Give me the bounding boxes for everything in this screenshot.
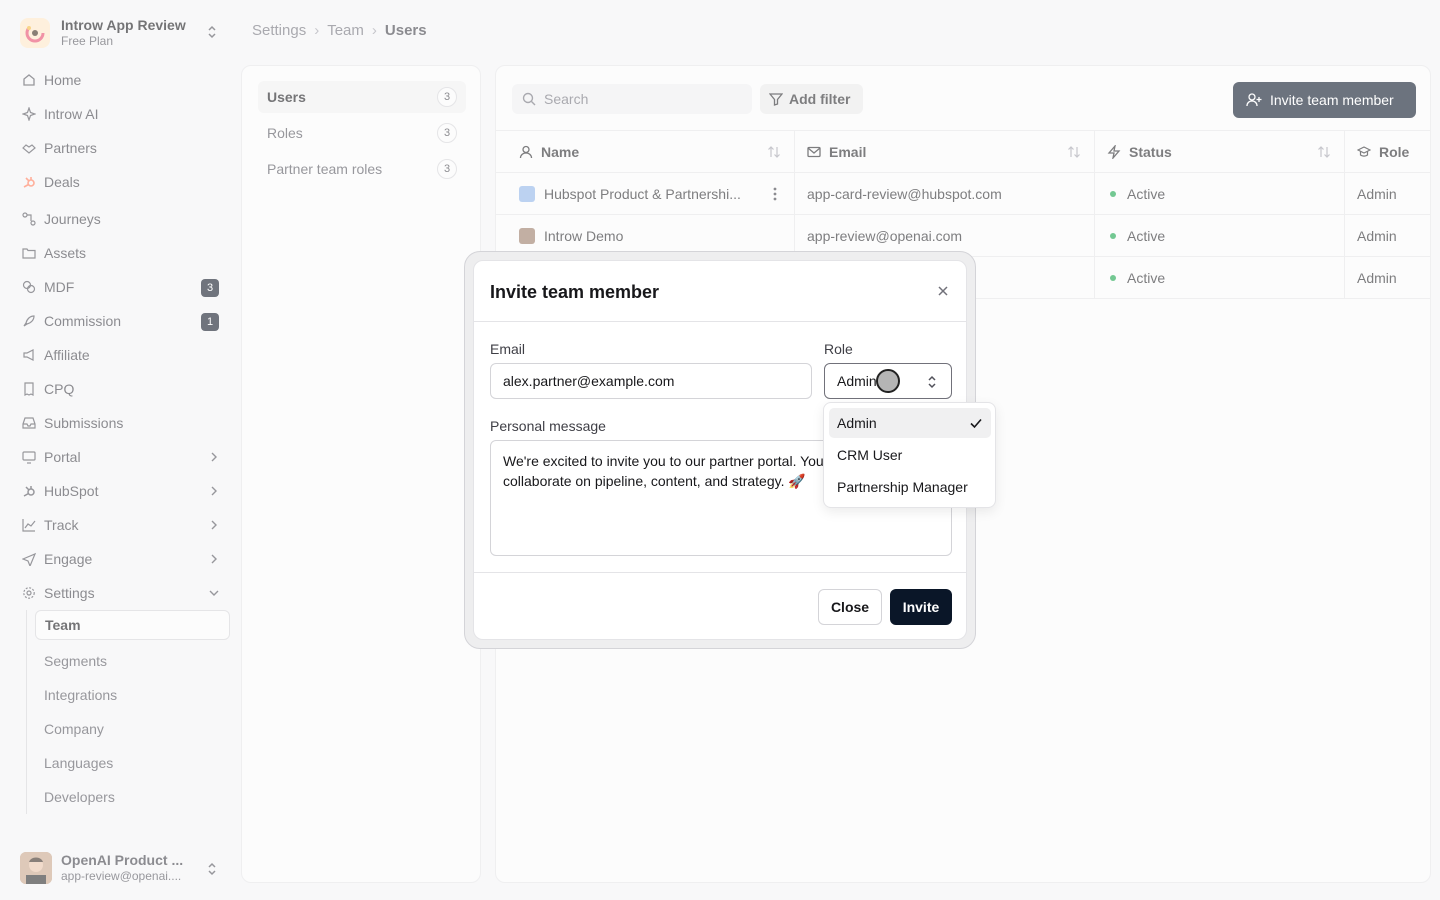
email-label: Email <box>490 341 526 357</box>
modal-title: Invite team member <box>490 282 660 302</box>
email-field[interactable]: alex.partner@example.com <box>490 363 812 399</box>
role-option-crm-user[interactable]: CRM User <box>829 440 991 470</box>
role-select[interactable]: Admin <box>824 363 952 399</box>
role-select-value: Admin <box>837 373 877 389</box>
close-button[interactable]: Close <box>818 589 882 625</box>
mouse-cursor-icon <box>876 369 900 393</box>
chevron-updown-icon <box>926 374 938 390</box>
close-icon[interactable] <box>937 285 949 297</box>
role-dropdown: Admin CRM User Partnership Manager <box>823 402 996 508</box>
divider <box>474 321 966 322</box>
role-option-admin[interactable]: Admin <box>829 408 991 438</box>
divider <box>474 572 966 573</box>
role-label: Role <box>824 341 853 357</box>
invite-button[interactable]: Invite <box>890 589 952 625</box>
check-icon <box>969 416 983 430</box>
option-label: Admin <box>837 415 877 431</box>
option-label: CRM User <box>837 447 903 463</box>
personal-message-label: Personal message <box>490 418 606 434</box>
option-label: Partnership Manager <box>837 479 968 495</box>
role-option-partnership-manager[interactable]: Partnership Manager <box>829 472 991 502</box>
